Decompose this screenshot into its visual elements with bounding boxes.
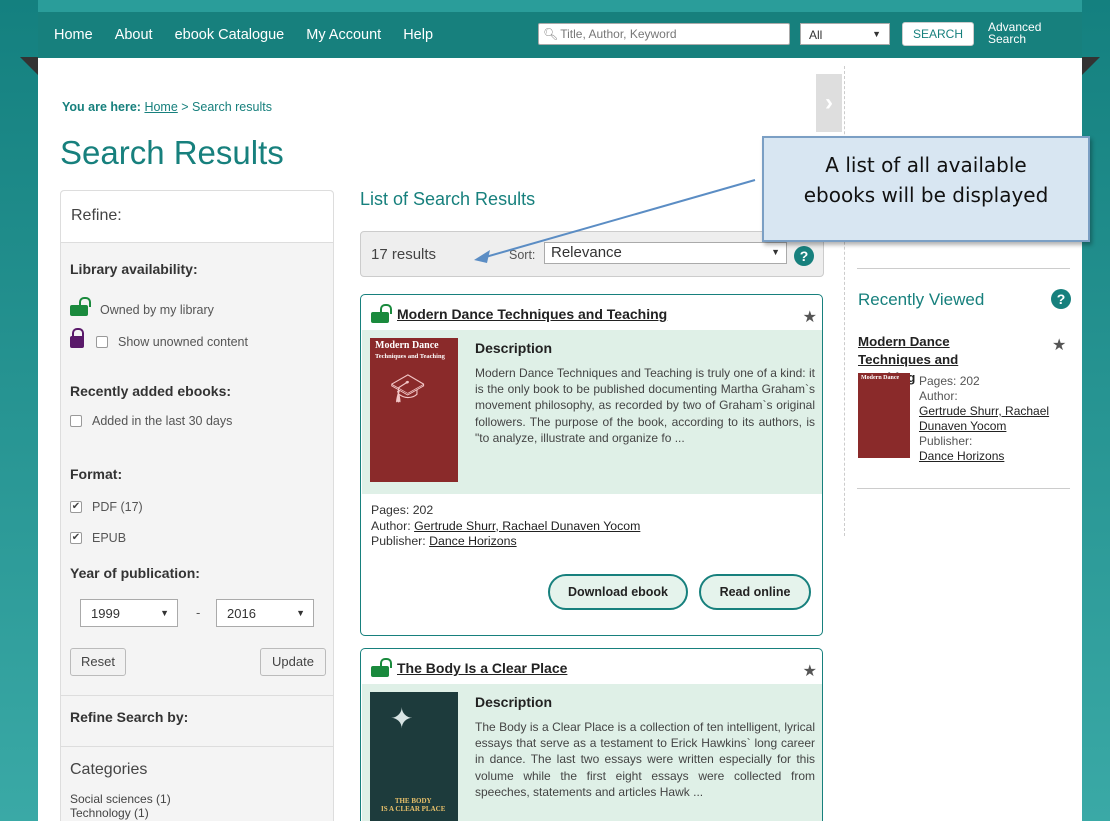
annotation-callout: A list of all available ebooks will be d…	[762, 136, 1090, 242]
callout-line2: ebooks will be displayed	[803, 183, 1049, 207]
callout-line1: A list of all available	[825, 153, 1027, 177]
callout-arrow	[474, 179, 756, 263]
